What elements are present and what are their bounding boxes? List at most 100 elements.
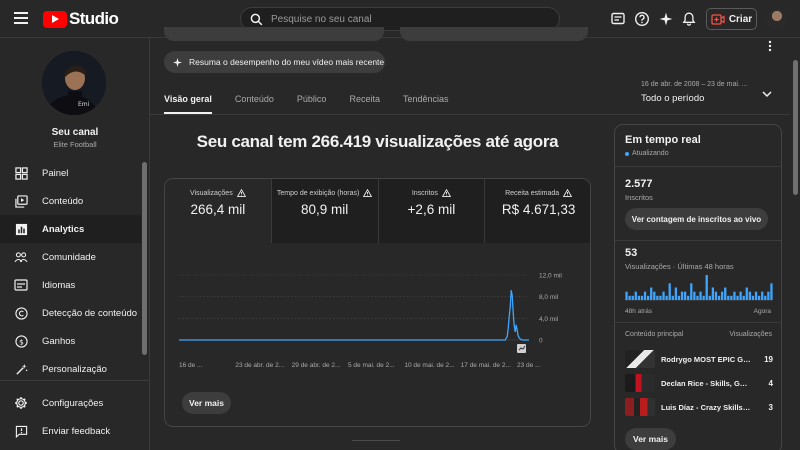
sidebar-item-label: Detecção de conteúdo (42, 307, 138, 319)
sidebar-item-analytics[interactable]: Analytics (0, 215, 141, 243)
realtime-bar (733, 291, 736, 300)
menu-icon[interactable] (14, 12, 28, 24)
create-label: Criar (728, 13, 753, 25)
sidebar-divider (0, 380, 149, 381)
realtime-bar (748, 291, 752, 300)
sidebar-item-label: Analytics (42, 223, 85, 235)
sidebar-item-configuracoes[interactable]: Configurações (0, 389, 141, 417)
video-views: 19 (764, 354, 773, 364)
realtime-bar (687, 295, 690, 300)
realtime-bar (634, 291, 637, 300)
channel-subtitle: Elite Football (53, 140, 97, 149)
sidebar-item-conteudo[interactable]: Conteúdo (0, 187, 141, 215)
realtime-bar (770, 283, 773, 300)
captions-icon[interactable] (609, 10, 627, 28)
realtime-bar (690, 283, 693, 300)
studio-logo[interactable]: Studio (43, 9, 119, 29)
sidebar-item-personalizacao[interactable]: Personalização (0, 355, 141, 383)
realtime-bar-chart[interactable] (625, 275, 773, 305)
tab-visao-geral[interactable]: Visão geral (164, 87, 212, 114)
realtime-subscriber-count: 2.577 (625, 178, 653, 190)
realtime-views-label: Visualizações · Últimas 48 horas (625, 262, 734, 271)
period-range: 16 de abr. de 2008 – 23 de mai. ... (641, 81, 748, 88)
page-scrollbar[interactable] (793, 60, 798, 195)
analytics-icon (14, 222, 28, 236)
suggestion-chip-partial[interactable] (400, 27, 588, 41)
tab-receita[interactable]: Receita (349, 87, 380, 114)
list-item[interactable]: Luis Díaz - Crazy Skills, A... 3 (625, 398, 773, 416)
tab-tendencias[interactable]: Tendências (403, 87, 449, 114)
sidebar-scrollbar[interactable] (142, 162, 147, 355)
dashboard-icon (14, 166, 28, 180)
realtime-bar (631, 295, 634, 300)
period-selector[interactable]: 16 de abr. de 2008 – 23 de mai. ... Todo… (641, 81, 748, 104)
x-tick-label: 23 de ... (517, 362, 541, 369)
divider (352, 440, 400, 441)
create-button[interactable]: Criar (706, 8, 757, 30)
notifications-icon[interactable] (680, 10, 698, 28)
realtime-bar (764, 295, 767, 300)
sidebar-item-painel[interactable]: Painel (0, 159, 141, 187)
realtime-see-more-button[interactable]: Ver mais (625, 428, 676, 450)
sidebar-item-label: Configurações (42, 397, 104, 409)
tab-conteudo[interactable]: Conteúdo (235, 87, 274, 114)
realtime-views-count: 53 (625, 247, 638, 259)
sidebar-item-comunidade[interactable]: Comunidade (0, 243, 141, 271)
status-dot (625, 151, 629, 156)
chevron-down-icon[interactable] (762, 90, 772, 98)
series-line (179, 290, 529, 341)
customization-icon (14, 362, 28, 376)
more-options-icon[interactable] (767, 40, 773, 52)
realtime-bar (754, 291, 758, 300)
realtime-bar (665, 295, 668, 300)
realtime-bar (668, 283, 671, 300)
search-icon (250, 13, 263, 25)
sidebar-item-label: Conteúdo (42, 195, 84, 207)
video-title: Luis Díaz - Crazy Skills, A... (661, 402, 751, 412)
video-thumbnail (625, 374, 655, 392)
realtime-bar (637, 295, 641, 300)
realtime-bar (662, 291, 665, 300)
realtime-bar (757, 295, 761, 300)
live-subscriber-count-button[interactable]: Ver contagem de inscritos ao vivo (625, 208, 768, 230)
y-tick-label: 8,0 mil (539, 294, 559, 301)
account-avatar[interactable] (767, 9, 787, 29)
video-title: Declan Rice - Skills, Goal... (661, 378, 751, 388)
channel-avatar[interactable]: Emi (42, 51, 106, 115)
summary-chip[interactable]: Resuma o desempenho do meu vídeo mais re… (164, 51, 385, 73)
realtime-bar (727, 295, 730, 300)
suggestion-chip-partial[interactable] (164, 27, 384, 41)
page-title: Seu canal tem 266.419 visualizações até … (196, 132, 559, 151)
realtime-bar (674, 287, 678, 300)
sidebar-item-deteccao-de-conteudo[interactable]: Detecção de conteúdo (0, 299, 141, 327)
video-views: 3 (768, 402, 773, 412)
channel-name: Seu canal (51, 127, 99, 138)
svg-text:Emi: Emi (78, 101, 90, 108)
search-input[interactable] (271, 13, 541, 25)
sidebar-item-enviar-feedback[interactable]: Enviar feedback (0, 417, 141, 445)
realtime-status: Atualizando (625, 150, 669, 157)
sidebar-item-ganhos[interactable]: $ Ganhos (0, 327, 141, 355)
x-tick-label: 17 de mai. de 2... (461, 362, 511, 369)
realtime-bar (705, 275, 708, 300)
svg-text:$: $ (19, 337, 24, 346)
realtime-bar (714, 291, 718, 300)
help-icon[interactable] (633, 10, 651, 28)
realtime-bar (730, 295, 733, 300)
period-label: Todo o período (641, 93, 705, 104)
realtime-bar (717, 295, 721, 300)
sidebar-item-idiomas[interactable]: Idiomas (0, 271, 141, 299)
realtime-subscriber-label: Inscritos (625, 193, 653, 202)
chart-expand-icon[interactable] (517, 344, 526, 353)
realtime-bar (625, 291, 628, 300)
sidebar-item-label: Enviar feedback (42, 425, 111, 437)
list-item[interactable]: Declan Rice - Skills, Goal... 4 (625, 374, 773, 392)
see-more-button[interactable]: Ver mais (182, 392, 231, 414)
tab-publico[interactable]: Público (297, 87, 327, 114)
video-add-icon (711, 13, 725, 25)
sidebar-item-label: Personalização (42, 363, 107, 375)
views-line-chart[interactable]: 12,0 mil 8,0 mil 4,0 mil 0 16 de ... 23 de ab… (165, 179, 591, 427)
sparkle-icon[interactable] (657, 10, 675, 28)
divider (615, 322, 781, 323)
list-item[interactable]: Rodrygo MOST EPIC Go... 19 (625, 350, 773, 368)
